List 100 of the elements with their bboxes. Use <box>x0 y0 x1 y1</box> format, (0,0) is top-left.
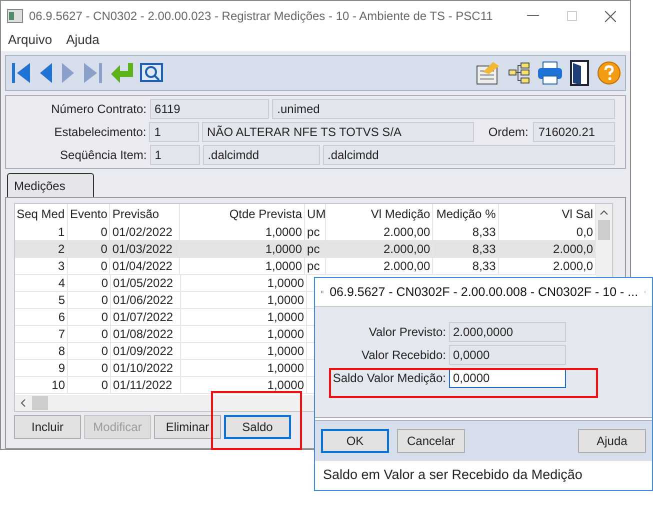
table-cell: 8,33 <box>433 224 499 240</box>
table-cell: 2.000,00 <box>326 224 434 240</box>
previous-record-icon[interactable] <box>38 61 54 85</box>
tab[interactable]: Medições <box>7 173 94 198</box>
input-field[interactable]: 0,0000 <box>449 368 566 388</box>
table-cell: 0 <box>68 275 111 291</box>
table-cell: pc <box>305 258 326 274</box>
table-cell: 5 <box>15 292 68 308</box>
table-cell: 3 <box>15 258 68 274</box>
table-cell: 1,0000 <box>181 360 307 376</box>
readonly-field: .unimed <box>272 99 615 119</box>
table-cell: 2.000,00 <box>326 258 434 274</box>
menu-item[interactable]: Ajuda <box>66 32 100 47</box>
column-header[interactable]: Seq Med <box>15 204 68 224</box>
column-header[interactable]: UM <box>305 204 326 224</box>
readonly-field: .dalcimdd <box>322 145 615 165</box>
table-cell: 1,0000 <box>181 292 307 308</box>
readonly-field: NÃO ALTERAR NFE TS TOTVS S/A <box>202 122 474 142</box>
table-cell: 1,0000 <box>181 275 307 291</box>
dialog-button[interactable]: Cancelar <box>397 429 465 453</box>
scroll-left-icon[interactable] <box>20 399 28 407</box>
table-cell: 01/07/2022 <box>111 309 181 325</box>
action-button[interactable]: Eliminar <box>154 415 221 439</box>
table-cell: 8,33 <box>433 258 499 274</box>
minimize-icon[interactable] <box>527 15 539 17</box>
table-cell: 9 <box>15 360 68 376</box>
field-label: Estabelecimento: <box>53 125 146 139</box>
table-cell: 1,0000 <box>181 309 307 325</box>
action-button[interactable]: Saldo <box>224 415 291 439</box>
action-button[interactable]: Incluir <box>14 415 81 439</box>
menu-item[interactable]: Arquivo <box>8 32 52 47</box>
table-cell: 01/02/2022 <box>110 224 180 240</box>
table-cell: 01/09/2022 <box>111 343 181 359</box>
table-cell: 0 <box>68 258 110 274</box>
window-title: 06.9.5627 - CN0302 - 2.00.00.023 - Registrar Medições - 10 - Ambiente de TS - PSC11 <box>29 9 494 23</box>
column-header[interactable]: Qtde Prevista <box>180 204 306 224</box>
column-header[interactable]: Vl Medição <box>326 204 434 224</box>
table-row[interactable]: 3 0 01/04/2022 1,0000 pc 2.000,00 8,33 2.000,0 <box>15 258 596 275</box>
dialog-button[interactable]: Ajuda <box>578 429 646 453</box>
readonly-field: 2.000,0000 <box>449 322 566 342</box>
table-cell: 01/05/2022 <box>111 275 181 291</box>
table-cell: 1,0000 <box>181 377 307 393</box>
last-record-icon[interactable] <box>82 61 104 85</box>
column-header[interactable]: Previsão <box>110 204 180 224</box>
table-cell: pc <box>305 241 326 257</box>
table-cell: 01/03/2022 <box>110 241 180 257</box>
scroll-up-icon[interactable] <box>600 210 608 214</box>
readonly-field: 1 <box>149 122 200 142</box>
readonly-field: .dalcimdd <box>202 145 320 165</box>
readonly-field: 1 <box>150 145 200 165</box>
table-cell: 01/11/2022 <box>111 377 181 393</box>
close-icon[interactable] <box>605 10 616 22</box>
table-cell: 0 <box>68 377 111 393</box>
scroll-thumb[interactable] <box>32 396 48 410</box>
table-cell: 0 <box>68 326 111 342</box>
readonly-field: 716020.21 <box>533 122 615 142</box>
door-icon[interactable] <box>569 60 591 86</box>
zoom-icon[interactable] <box>140 62 164 84</box>
table-cell: 1,0000 <box>181 326 307 342</box>
table-cell: 01/10/2022 <box>111 360 181 376</box>
window-icon <box>7 9 23 23</box>
table-cell: 01/06/2022 <box>111 292 181 308</box>
first-record-icon[interactable] <box>10 61 32 85</box>
table-cell: 0 <box>68 360 111 376</box>
table-cell: 2 <box>15 241 68 257</box>
help-icon[interactable] <box>597 61 621 85</box>
return-arrow-icon[interactable] <box>110 62 134 84</box>
table-cell: 1 <box>15 224 68 240</box>
status-text: Saldo em Valor a ser Recebido da Medição <box>322 466 584 484</box>
table-cell: 4 <box>15 275 68 291</box>
table-cell: 0 <box>68 292 111 308</box>
tree-icon[interactable] <box>507 61 531 85</box>
readonly-field: 6119 <box>150 99 270 119</box>
notepad-icon[interactable] <box>475 60 501 86</box>
table-cell: 1,0000 <box>180 224 306 240</box>
column-header[interactable]: Evento <box>68 204 110 224</box>
field-label: Seqüência Item: <box>59 148 147 162</box>
table-row[interactable]: 2 0 01/03/2022 1,0000 pc 2.000,00 8,33 2.000,0 <box>15 241 596 258</box>
table-cell: 7 <box>15 326 68 342</box>
table-cell: 0 <box>68 343 111 359</box>
table-cell: 8,33 <box>433 241 499 257</box>
column-header[interactable]: Medição % <box>433 204 499 224</box>
scroll-thumb[interactable] <box>598 220 610 240</box>
field-label: Valor Previsto: <box>368 325 446 339</box>
table-cell: 8 <box>15 343 68 359</box>
table-cell: 0 <box>68 224 110 240</box>
readonly-field: 0,0000 <box>449 345 566 365</box>
field-label: Valor Recebido: <box>360 348 446 362</box>
next-record-icon[interactable] <box>60 61 76 85</box>
table-cell: 1,0000 <box>180 258 306 274</box>
field-label: Ordem: <box>487 125 528 139</box>
table-cell: 2.000,00 <box>326 241 434 257</box>
printer-icon[interactable] <box>537 61 563 85</box>
table-cell: pc <box>305 224 326 240</box>
table-cell: 1,0000 <box>181 343 307 359</box>
table-cell: 01/04/2022 <box>110 258 180 274</box>
table-cell: 6 <box>15 309 68 325</box>
table-cell: 0 <box>68 241 110 257</box>
dialog-button[interactable]: OK <box>321 429 389 453</box>
table-cell: 0 <box>68 309 111 325</box>
